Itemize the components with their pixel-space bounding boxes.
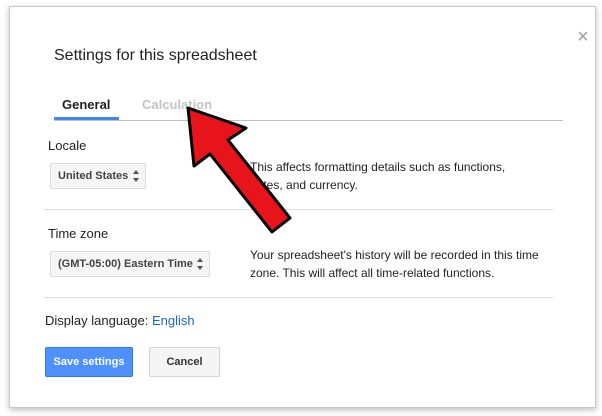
locale-description: This affects formatting details such as …: [250, 160, 506, 192]
timezone-description: Your spreadsheet's history will be recor…: [250, 248, 539, 280]
display-language-row: Display language: English: [45, 313, 195, 328]
display-language-link[interactable]: English: [152, 313, 195, 328]
tab-bar: General Calculation: [54, 92, 563, 121]
timezone-select-value: (GMT-05:00) Eastern Time: [58, 258, 193, 270]
locale-label: Locale: [48, 138, 87, 153]
display-language-label: Display language:: [45, 313, 149, 328]
tab-calculation[interactable]: Calculation: [142, 97, 212, 112]
timezone-select[interactable]: (GMT-05:00) Eastern Time: [50, 251, 210, 277]
cancel-button[interactable]: Cancel: [149, 347, 220, 377]
updown-chevron-icon: [197, 258, 203, 270]
section-divider: [44, 209, 553, 210]
close-icon[interactable]: ×: [575, 27, 591, 47]
updown-chevron-icon: [133, 170, 139, 182]
save-settings-button[interactable]: Save settings: [45, 347, 133, 377]
dialog-title: Settings for this spreadsheet: [54, 47, 257, 64]
tab-general[interactable]: General: [62, 97, 110, 112]
timezone-label: Time zone: [48, 226, 109, 241]
section-divider: [44, 297, 553, 298]
locale-select-value: United States: [58, 170, 129, 182]
active-tab-indicator: [54, 117, 119, 120]
locale-select[interactable]: United States: [50, 163, 146, 189]
